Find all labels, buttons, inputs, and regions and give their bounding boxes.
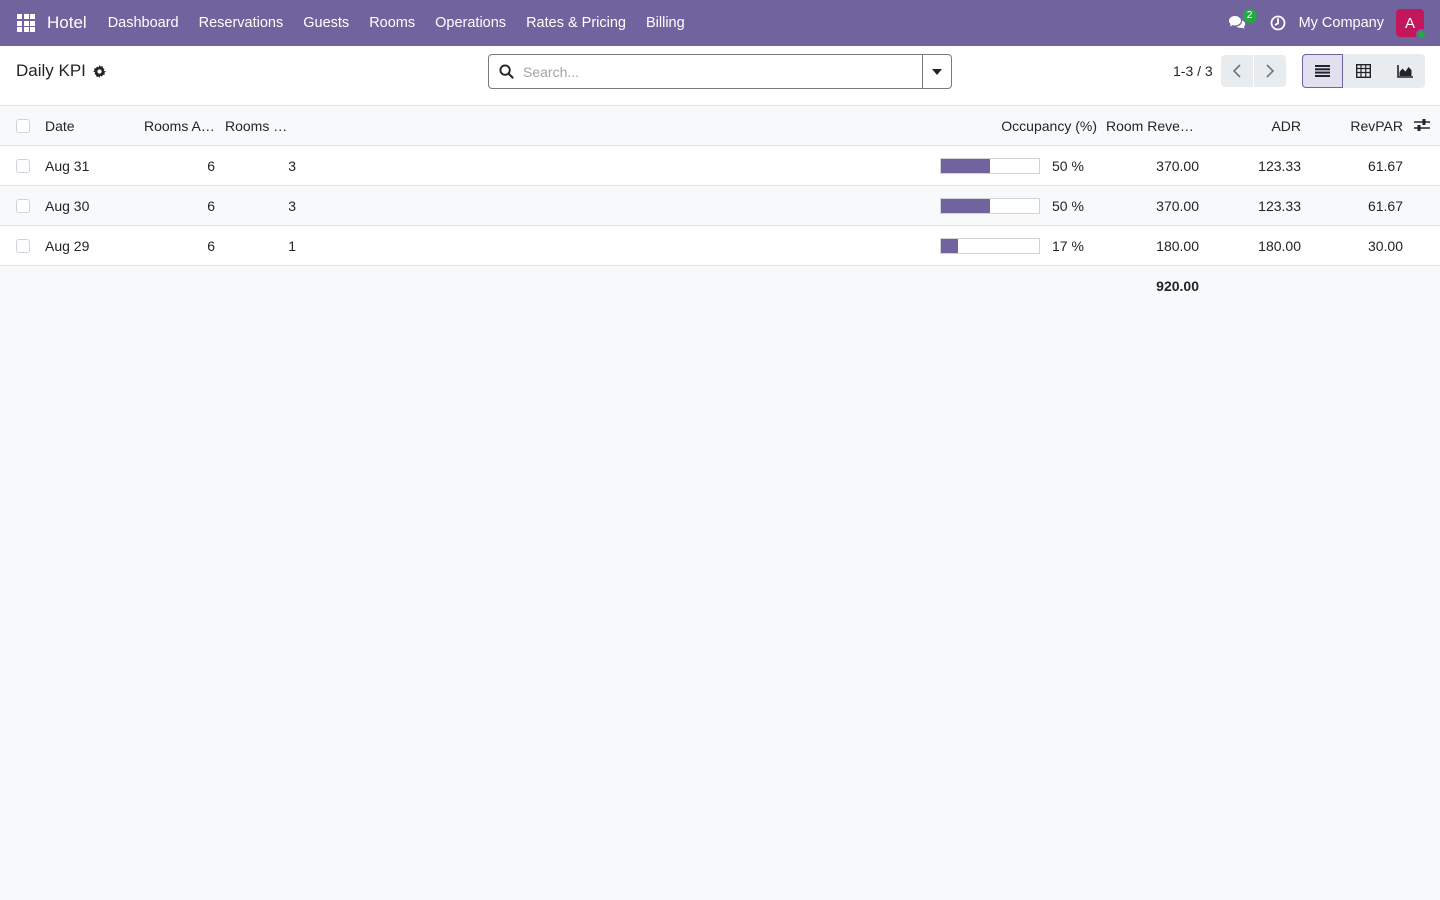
cell-revpar: 61.67 bbox=[1367, 198, 1403, 214]
apps-grid-icon bbox=[17, 14, 35, 32]
app-brand[interactable]: Hotel bbox=[47, 13, 87, 33]
avatar-letter: A bbox=[1404, 14, 1415, 32]
column-header-revpar[interactable]: RevPAR bbox=[1320, 106, 1403, 146]
cell-revpar: 30.00 bbox=[1367, 238, 1403, 254]
activity-button[interactable] bbox=[1270, 0, 1294, 46]
occupancy-progress-fill bbox=[941, 239, 958, 253]
occupancy-progress-bar bbox=[940, 198, 1040, 214]
table-row[interactable]: Aug 30 6 3 50 % 370.00 123.33 61.67 bbox=[0, 186, 1440, 226]
cell-rooms-sold: 1 bbox=[288, 238, 296, 254]
cell-date: Aug 30 bbox=[45, 198, 90, 214]
total-room-revenue: 920.00 bbox=[1156, 278, 1199, 294]
cell-rooms-available: 6 bbox=[207, 238, 215, 254]
caret-down-icon bbox=[932, 68, 942, 75]
occupancy-progress-fill bbox=[941, 159, 990, 173]
row-checkbox[interactable] bbox=[16, 159, 30, 173]
menu-item-reservations[interactable]: Reservations bbox=[189, 0, 294, 46]
cell-rooms-available: 6 bbox=[207, 198, 215, 214]
occupancy-progress-bar bbox=[940, 238, 1040, 254]
area-chart-icon bbox=[1396, 64, 1413, 78]
list-icon bbox=[1315, 65, 1330, 77]
cell-date: Aug 29 bbox=[45, 238, 90, 254]
cell-room-revenue: 370.00 bbox=[1156, 158, 1199, 174]
cell-rooms-sold: 3 bbox=[288, 158, 296, 174]
menu-item-dashboard[interactable]: Dashboard bbox=[98, 0, 189, 46]
gear-icon[interactable] bbox=[92, 64, 106, 78]
cell-adr: 180.00 bbox=[1258, 238, 1301, 254]
pager: 1-3 / 3 bbox=[1160, 55, 1286, 87]
cell-room-revenue: 180.00 bbox=[1156, 238, 1199, 254]
view-switcher bbox=[1302, 54, 1425, 88]
column-header-date[interactable]: Date bbox=[45, 106, 135, 146]
menu-item-rates-pricing[interactable]: Rates & Pricing bbox=[516, 0, 636, 46]
column-settings-icon[interactable] bbox=[1414, 118, 1430, 135]
search-bar bbox=[488, 54, 952, 89]
cell-occupancy: 17 % bbox=[1052, 238, 1084, 254]
column-header-rooms-sold[interactable]: Rooms … bbox=[225, 106, 291, 146]
search-input[interactable] bbox=[523, 55, 922, 88]
pivot-view-button[interactable] bbox=[1343, 54, 1384, 88]
occupancy-progress-bar bbox=[940, 158, 1040, 174]
list-view-button[interactable] bbox=[1302, 54, 1343, 88]
user-avatar[interactable]: A bbox=[1396, 9, 1427, 40]
table-row[interactable]: Aug 31 6 3 50 % 370.00 123.33 61.67 bbox=[0, 146, 1440, 186]
table-icon bbox=[1356, 64, 1371, 78]
company-switcher[interactable]: My Company bbox=[1299, 15, 1384, 31]
occupancy-progress-fill bbox=[941, 199, 990, 213]
column-header-rooms-available[interactable]: Rooms A… bbox=[144, 106, 216, 146]
menu-item-guests[interactable]: Guests bbox=[293, 0, 359, 46]
cell-adr: 123.33 bbox=[1258, 158, 1301, 174]
page-title-wrap: Daily KPI bbox=[16, 61, 106, 81]
pager-value[interactable]: 1-3 / 3 bbox=[1173, 63, 1213, 79]
menu-item-rooms[interactable]: Rooms bbox=[359, 0, 425, 46]
clock-icon bbox=[1270, 15, 1285, 31]
pager-previous-button[interactable] bbox=[1220, 55, 1253, 87]
chat-count-badge: 2 bbox=[1242, 9, 1257, 23]
chevron-left-icon bbox=[1232, 64, 1241, 78]
column-header-occupancy[interactable]: Occupancy (%) bbox=[960, 106, 1097, 146]
column-header-room-revenue[interactable]: Room Reve… bbox=[1106, 106, 1198, 146]
control-panel: Daily KPI 1-3 / 3 bbox=[0, 46, 1440, 106]
table-header-row: Date Rooms A… Rooms … Occupancy (%) Room… bbox=[0, 106, 1440, 146]
search-icon bbox=[489, 64, 523, 79]
cell-adr: 123.33 bbox=[1258, 198, 1301, 214]
chevron-right-icon bbox=[1266, 64, 1274, 78]
top-navbar: Hotel Dashboard Reservations Guests Room… bbox=[0, 0, 1440, 46]
column-header-adr[interactable]: ADR bbox=[1220, 106, 1301, 146]
graph-view-button[interactable] bbox=[1384, 54, 1425, 88]
row-checkbox[interactable] bbox=[16, 239, 30, 253]
online-status-dot bbox=[1416, 29, 1427, 40]
row-checkbox[interactable] bbox=[16, 199, 30, 213]
apps-menu-button[interactable] bbox=[0, 0, 52, 46]
cell-rooms-sold: 3 bbox=[288, 198, 296, 214]
select-all-checkbox[interactable] bbox=[16, 119, 30, 133]
table-footer-row: 920.00 bbox=[0, 266, 1440, 306]
search-options-toggle[interactable] bbox=[922, 55, 951, 88]
cell-occupancy: 50 % bbox=[1052, 158, 1084, 174]
menu-item-operations[interactable]: Operations bbox=[425, 0, 516, 46]
cell-date: Aug 31 bbox=[45, 158, 90, 174]
page-title: Daily KPI bbox=[16, 61, 86, 80]
menu-item-billing[interactable]: Billing bbox=[636, 0, 695, 46]
table-row[interactable]: Aug 29 6 1 17 % 180.00 180.00 30.00 bbox=[0, 226, 1440, 266]
cell-room-revenue: 370.00 bbox=[1156, 198, 1199, 214]
pager-next-button[interactable] bbox=[1253, 55, 1286, 87]
messaging-button[interactable]: 2 bbox=[1228, 0, 1258, 46]
cell-occupancy: 50 % bbox=[1052, 198, 1084, 214]
kpi-list-table: Date Rooms A… Rooms … Occupancy (%) Room… bbox=[0, 106, 1440, 306]
cell-rooms-available: 6 bbox=[207, 158, 215, 174]
cell-revpar: 61.67 bbox=[1367, 158, 1403, 174]
